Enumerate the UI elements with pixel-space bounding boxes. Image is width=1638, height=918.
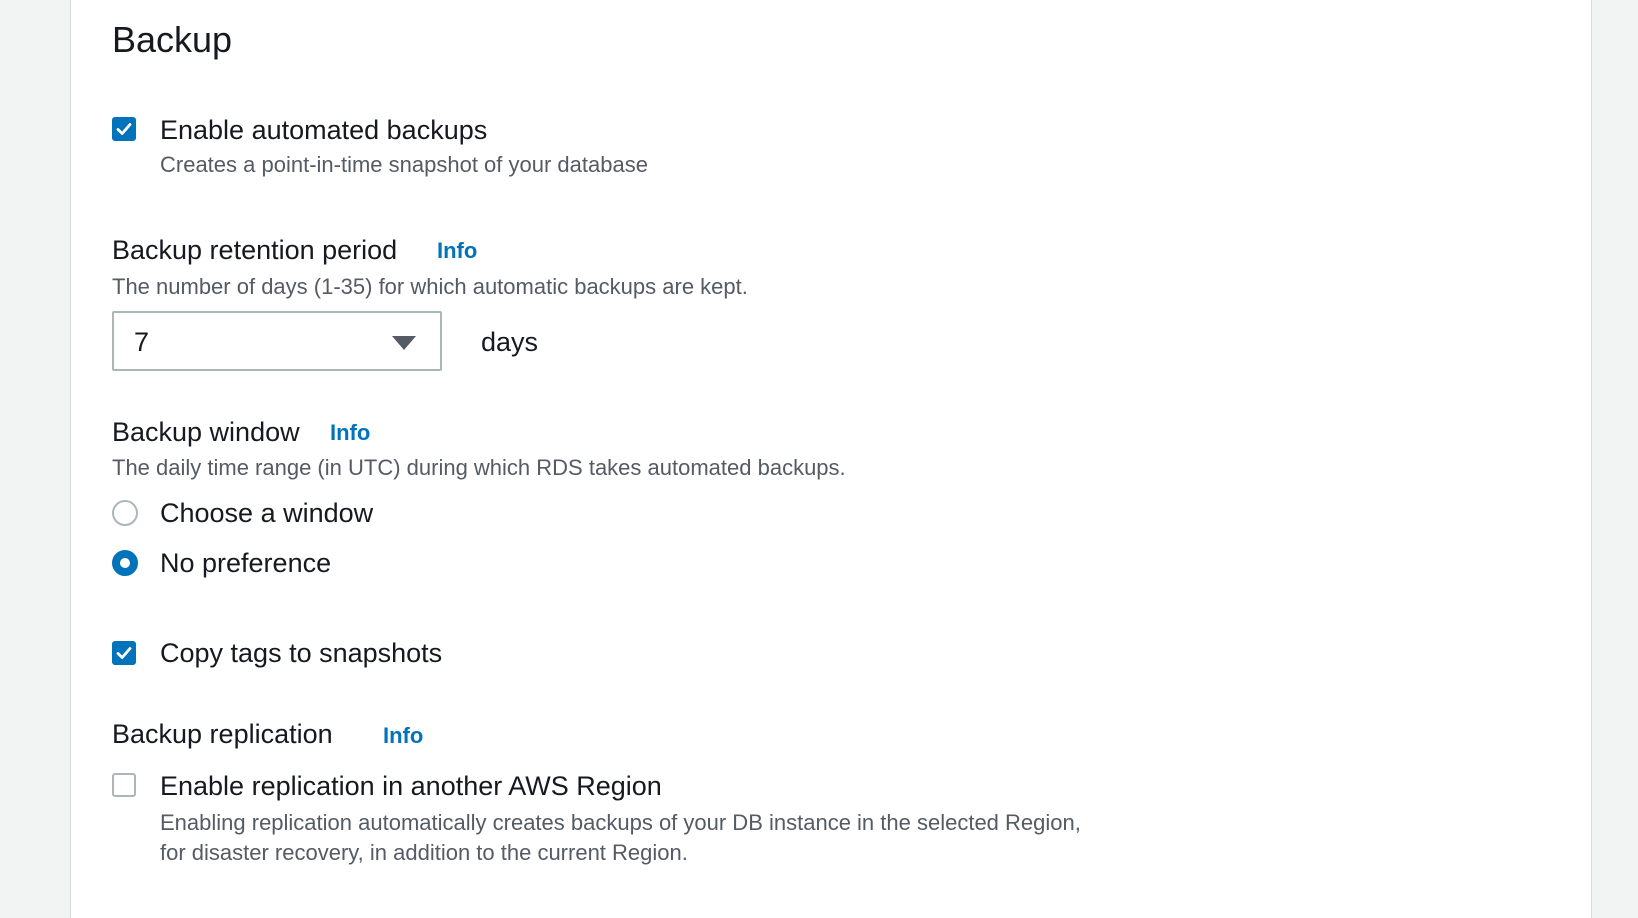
checkmark-icon [116,123,132,135]
backup-replication-label: Backup replication [112,719,333,749]
choose-window-label[interactable]: Choose a window [160,496,373,530]
retention-unit-label: days [481,327,539,357]
replication-checkbox[interactable] [112,773,136,797]
replication-description-line2: for disaster recovery, in addition to th… [160,840,688,865]
no-preference-label[interactable]: No preference [160,546,331,580]
retention-period-label: Backup retention period [112,235,398,265]
no-preference-radio[interactable] [112,550,138,576]
checkmark-icon [116,647,132,659]
automated-backups-checkbox[interactable] [112,117,136,141]
retention-description: The number of days (1-35) for which auto… [112,274,748,299]
copy-tags-checkbox[interactable] [112,641,136,665]
retention-period-value: 7 [134,327,150,357]
automated-backups-label[interactable]: Enable automated backups [160,113,487,147]
copy-tags-label[interactable]: Copy tags to snapshots [160,636,442,670]
replication-description-line1: Enabling replication automatically creat… [160,810,1081,835]
replication-checkbox-label[interactable]: Enable replication in another AWS Region [160,769,662,803]
choose-window-radio[interactable] [112,500,138,526]
retention-info-link[interactable]: Info [437,234,477,268]
section-title: Backup [112,19,233,60]
caret-down-icon [392,336,416,350]
backup-window-description: The daily time range (in UTC) during whi… [112,455,846,480]
retention-period-select[interactable]: 7 [112,311,442,371]
backup-window-label: Backup window [112,417,300,447]
automated-backups-description: Creates a point-in-time snapshot of your… [160,152,648,177]
backup-replication-info-link[interactable]: Info [383,719,423,753]
backup-window-info-link[interactable]: Info [330,416,370,450]
